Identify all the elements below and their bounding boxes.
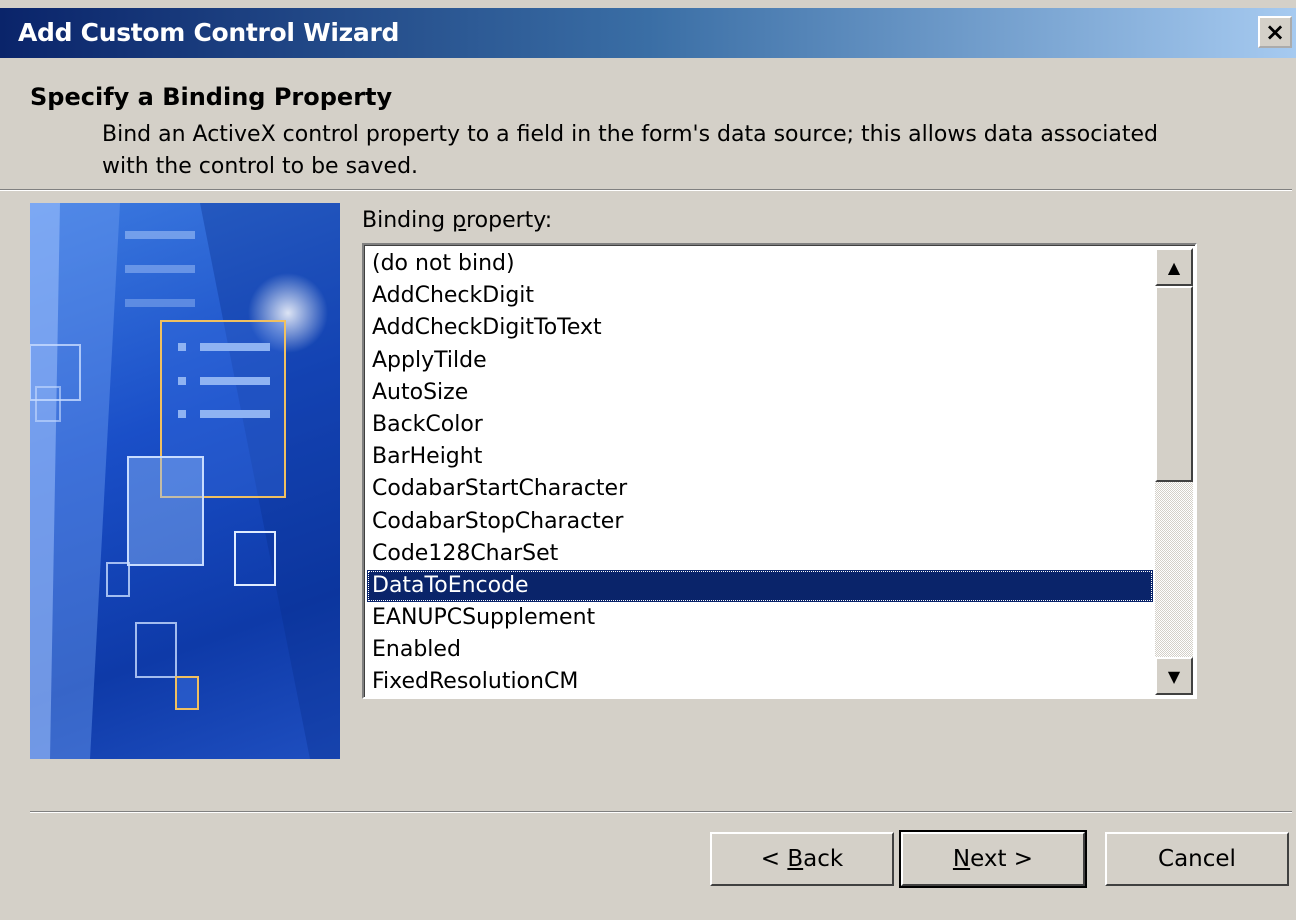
- list-item[interactable]: Enabled: [367, 634, 1153, 666]
- scroll-down-button[interactable]: ▼: [1155, 657, 1193, 695]
- list-item[interactable]: AddCheckDigitToText: [367, 312, 1153, 344]
- title-bar: Add Custom Control Wizard ×: [0, 8, 1296, 58]
- listbox-scrollbar[interactable]: ▲ ▼: [1155, 248, 1193, 695]
- arrow-down-icon: ▼: [1167, 666, 1181, 686]
- list-item[interactable]: EANUPCSupplement: [367, 602, 1153, 634]
- wizard-illustration: [30, 203, 340, 759]
- footer-divider: [30, 811, 1292, 813]
- header-divider: [0, 189, 1292, 191]
- list-item[interactable]: FixedResolutionCM: [367, 666, 1153, 698]
- binding-property-listbox[interactable]: (do not bind) AddCheckDigit AddCheckDigitT…: [362, 243, 1197, 699]
- list-item[interactable]: DataToEncode: [367, 569, 1153, 603]
- list-item[interactable]: (do not bind): [367, 248, 1153, 280]
- list-item[interactable]: CodabarStopCharacter: [367, 506, 1153, 538]
- page-description: Bind an ActiveX control property to a fi…: [102, 122, 1159, 179]
- window-title: Add Custom Control Wizard: [18, 18, 400, 47]
- cancel-button[interactable]: Cancel: [1105, 832, 1289, 886]
- list-item[interactable]: ApplyTilde: [367, 345, 1153, 377]
- back-button-label: < Back: [760, 846, 844, 872]
- cancel-button-label: Cancel: [1158, 846, 1236, 872]
- scroll-thumb[interactable]: [1155, 286, 1193, 482]
- arrow-up-icon: ▲: [1167, 257, 1181, 277]
- binding-property-label: Binding property:: [362, 208, 553, 233]
- list-item[interactable]: AutoSize: [367, 377, 1153, 409]
- list-item[interactable]: AddCheckDigit: [367, 280, 1153, 312]
- page-title: Specify a Binding Property: [30, 83, 393, 111]
- list-item[interactable]: BackColor: [367, 409, 1153, 441]
- wizard-graphic-icon: [30, 203, 340, 759]
- list-item[interactable]: BarHeight: [367, 441, 1153, 473]
- list-item[interactable]: CodabarStartCharacter: [367, 473, 1153, 505]
- listbox-items: (do not bind) AddCheckDigit AddCheckDigitT…: [367, 248, 1153, 699]
- close-icon: ×: [1264, 18, 1286, 46]
- back-button[interactable]: < Back: [710, 832, 894, 886]
- next-button-label: Next >: [952, 846, 1034, 872]
- close-button[interactable]: ×: [1258, 16, 1292, 48]
- next-button[interactable]: Next >: [899, 830, 1087, 888]
- scroll-up-button[interactable]: ▲: [1155, 248, 1193, 286]
- list-item[interactable]: Code128CharSet: [367, 538, 1153, 570]
